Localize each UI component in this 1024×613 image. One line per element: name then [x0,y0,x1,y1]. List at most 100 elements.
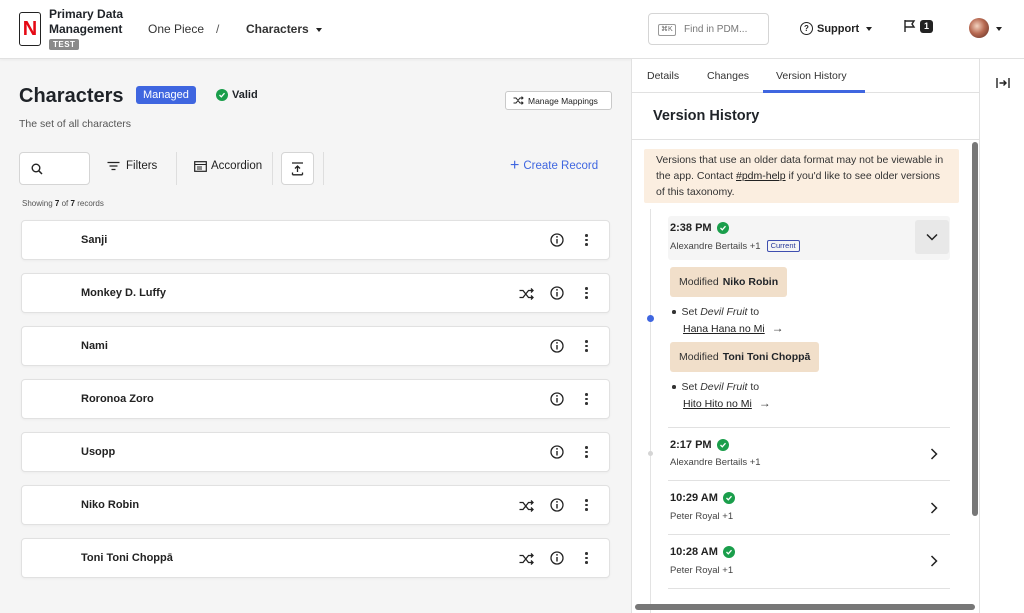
change-item: Set Devil Fruit to Hana Hana no Mi → [672,304,784,337]
record-row[interactable]: Nami [21,326,610,366]
arrow-right-icon: → [758,396,771,410]
check-icon [722,546,735,558]
info-icon[interactable] [550,445,564,459]
more-options-icon[interactable] [585,340,588,354]
record-name: Niko Robin [81,499,140,511]
chevron-right-icon[interactable] [930,448,938,460]
timeline-dot [648,451,653,456]
record-row[interactable]: Monkey D. Luffy [21,273,610,313]
shuffle-icon[interactable] [519,553,534,565]
info-icon[interactable] [550,286,564,300]
version-time[interactable]: 2:17 PM [670,439,733,451]
timeline-dot-current [647,315,654,322]
create-record-label: Create Record [523,160,599,172]
record-row[interactable]: Roronoa Zoro [21,379,610,419]
modified-record-tag[interactable]: Modified Niko Robin [670,267,788,297]
info-icon[interactable] [550,551,564,565]
pdm-help-link[interactable]: #pdm-help [736,170,786,182]
more-options-icon[interactable] [585,393,588,407]
plus-icon: + [510,157,520,174]
page-title: Characters [19,85,124,107]
filters-button[interactable]: Filters [107,160,157,172]
user-avatar[interactable] [969,18,989,38]
chevron-down-icon[interactable] [996,27,1002,31]
more-options-icon[interactable] [585,234,588,248]
create-record-button[interactable]: + Create Record [510,157,599,174]
timeline-line [650,209,651,613]
flag-icon[interactable] [903,19,917,33]
notification-count-badge: 1 [920,20,934,33]
more-options-icon[interactable] [585,499,588,513]
toolbar-divider [176,152,177,185]
version-time[interactable]: 10:28 AM [670,546,739,558]
version-author: Alexandre Bertails +1 [670,457,761,468]
record-name: Monkey D. Luffy [81,287,166,299]
record-name: Toni Toni Choppā [81,552,173,564]
collapse-panel-icon[interactable] [996,77,1010,89]
support-menu-button[interactable]: ? Support [800,22,873,35]
chevron-right-icon[interactable] [930,502,938,514]
version-author: Alexandre Bertails +1 Current [670,240,800,252]
version-time[interactable]: 10:29 AM [670,492,739,504]
chevron-right-icon[interactable] [930,555,938,567]
keyboard-shortcut-badge: ⌘K [658,24,676,36]
record-search-input[interactable] [19,152,90,185]
global-search-input[interactable]: ⌘K Find in PDM... [648,13,769,45]
current-badge: Current [766,240,800,252]
version-author: Peter Royal +1 [670,565,734,576]
record-row[interactable]: Toni Toni Choppā [21,538,610,578]
top-bar: N Primary Data Management TEST One Piece… [0,0,1024,59]
details-panel: Details Changes Version History Version … [631,59,979,613]
page-subtitle: The set of all characters [19,118,132,130]
filters-label: Filters [126,160,158,172]
breadcrumb-characters-label: Characters [246,22,309,36]
record-name: Usopp [81,446,116,458]
more-options-icon[interactable] [585,446,588,460]
horizontal-scrollbar[interactable] [635,604,975,610]
toolbar-divider [272,152,273,185]
version-time: 2:38 PM [670,222,733,234]
change-value-link[interactable]: Hito Hito no Mi [683,398,752,410]
divider [668,588,950,589]
accordion-view-button[interactable]: Accordion [194,160,262,172]
record-count: Showing 7 of 7 records [22,199,104,208]
env-badge: TEST [49,39,80,50]
divider [668,534,950,535]
record-row[interactable]: Usopp [21,432,610,472]
breadcrumb-characters-dropdown[interactable]: Characters [246,22,322,36]
manage-mappings-button[interactable]: Manage Mappings [505,91,612,110]
check-icon [722,492,735,504]
export-button[interactable] [281,152,314,185]
app-logo[interactable]: N [19,12,41,46]
breadcrumb-separator: / [216,22,220,36]
managed-badge: Managed [136,86,196,104]
info-icon[interactable] [550,498,564,512]
info-icon[interactable] [550,392,564,406]
change-value-link[interactable]: Hana Hana no Mi [683,323,765,335]
tab-changes[interactable]: Changes [707,70,749,82]
record-row[interactable]: Sanji [21,220,610,260]
more-options-icon[interactable] [585,287,588,301]
check-icon [716,439,729,451]
version-history-title: Version History [653,108,760,124]
shuffle-icon[interactable] [519,500,534,512]
version-author: Peter Royal +1 [670,511,734,522]
chevron-down-icon [926,233,938,241]
collapse-version-button[interactable] [915,220,949,254]
shuffle-icon[interactable] [519,288,534,300]
info-icon[interactable] [550,233,564,247]
modified-record-tag[interactable]: Modified Toni Toni Choppā [670,342,820,372]
panel-tabs: Details Changes Version History [632,59,979,93]
more-options-icon[interactable] [585,552,588,566]
older-format-notice: Versions that use an older data format m… [644,149,959,203]
tab-version-history[interactable]: Version History [776,70,847,82]
manage-mappings-label: Manage Mappings [528,95,598,106]
check-icon [716,222,729,234]
breadcrumb-one-piece[interactable]: One Piece [148,22,204,36]
record-row[interactable]: Niko Robin [21,485,610,525]
tab-details[interactable]: Details [647,70,679,82]
info-icon[interactable] [550,339,564,353]
vertical-scrollbar[interactable] [972,142,978,516]
divider [632,139,979,140]
question-icon: ? [800,22,813,35]
